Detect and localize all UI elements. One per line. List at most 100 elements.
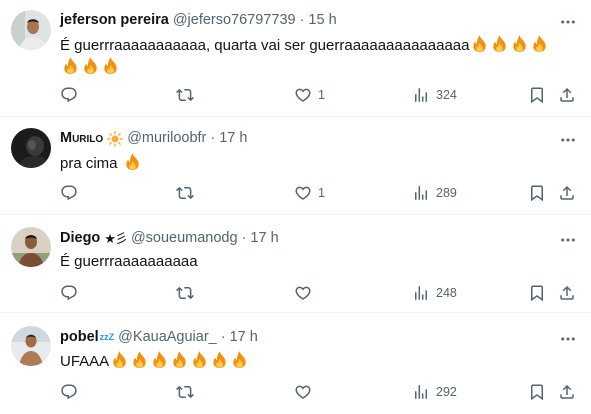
views-button[interactable]: 248 — [412, 283, 457, 303]
more-icon[interactable] — [559, 330, 577, 348]
display-name[interactable]: Diego — [60, 229, 100, 248]
fire-emoji — [490, 34, 509, 53]
more-icon[interactable] — [559, 131, 577, 149]
share-button[interactable] — [558, 85, 576, 105]
fire-emoji-group — [109, 353, 249, 370]
retweet-button[interactable] — [176, 382, 194, 402]
retweet-button[interactable] — [176, 85, 194, 105]
fire-emoji — [101, 56, 120, 75]
views-button[interactable]: 324 — [412, 85, 457, 105]
bookmark-icon — [528, 284, 546, 302]
reply-icon — [60, 284, 78, 302]
avatar[interactable] — [11, 227, 51, 267]
handle[interactable]: @soueumanodg — [131, 229, 238, 248]
tweet-text: É guerrraaaaaaaaaa — [60, 252, 567, 272]
fire-emoji — [81, 56, 100, 75]
share-button[interactable] — [558, 382, 576, 402]
fire-emoji — [210, 350, 229, 369]
tweet-text: pra cima — [60, 152, 567, 174]
like-button[interactable]: 1 — [294, 85, 325, 105]
reply-button[interactable] — [60, 183, 78, 203]
tweet-header: Diego ★彡 @soueumanodg · 17 h — [60, 229, 279, 248]
like-count: 1 — [318, 88, 325, 102]
share-button[interactable] — [558, 183, 576, 203]
tweet-text: É guerrraaaaaaaaaaa, quarta vai ser guer… — [60, 34, 567, 78]
retweet-icon — [176, 284, 194, 302]
reply-button[interactable] — [60, 283, 78, 303]
separator-dot: · — [241, 230, 247, 246]
bookmark-button[interactable] — [528, 183, 546, 203]
retweet-icon — [176, 86, 194, 104]
display-name[interactable]: jeferson pereira — [60, 11, 169, 30]
bookmark-button[interactable] — [528, 283, 546, 303]
views-count: 289 — [436, 186, 457, 200]
views-icon — [412, 184, 430, 202]
sun-emoji — [107, 130, 124, 147]
timestamp[interactable]: 17 h — [250, 229, 278, 248]
separator-dot: · — [210, 130, 216, 146]
avatar[interactable] — [11, 128, 51, 168]
reply-icon — [60, 383, 78, 401]
tweet[interactable]: jeferson pereira @jeferso76797739 · 15 h… — [0, 0, 591, 117]
retweet-button[interactable] — [176, 283, 194, 303]
tweet[interactable]: pobel zzZ @KauaAguiar_ · 17 h UFAAA 292 — [0, 313, 591, 414]
like-icon — [294, 184, 312, 202]
like-button[interactable]: 1 — [294, 183, 325, 203]
timestamp[interactable]: 17 h — [219, 129, 247, 148]
share-icon — [558, 184, 576, 202]
views-icon — [412, 284, 430, 302]
bookmark-button[interactable] — [528, 85, 546, 105]
share-button[interactable] — [558, 283, 576, 303]
fire-emoji — [470, 34, 489, 53]
action-bar: 292 — [60, 382, 583, 402]
handle[interactable]: @KauaAguiar_ — [118, 328, 217, 347]
bookmark-icon — [528, 383, 546, 401]
tweet-text-content: É guerrraaaaaaaaaa — [60, 253, 198, 270]
views-button[interactable]: 289 — [412, 183, 457, 203]
reply-button[interactable] — [60, 382, 78, 402]
reply-button[interactable] — [60, 85, 78, 105]
fire-emoji — [110, 350, 129, 369]
reply-icon — [60, 184, 78, 202]
avatar[interactable] — [11, 326, 51, 366]
tweet-header: jeferson pereira @jeferso76797739 · 15 h — [60, 11, 337, 30]
handle[interactable]: @muriloobfr — [127, 129, 206, 148]
timestamp[interactable]: 15 h — [308, 11, 336, 30]
more-icon[interactable] — [559, 231, 577, 249]
tweet[interactable]: Murilo @muriloobfr · 17 h pra cima 1 289 — [0, 117, 591, 215]
name-decoration: ★彡 — [104, 231, 128, 246]
display-name[interactable]: Murilo — [60, 129, 103, 148]
tweet[interactable]: Diego ★彡 @soueumanodg · 17 h É guerrraaa… — [0, 215, 591, 313]
fire-emoji — [123, 152, 142, 171]
fire-emoji — [530, 34, 549, 53]
tweet-header: pobel zzZ @KauaAguiar_ · 17 h — [60, 328, 258, 347]
timestamp[interactable]: 17 h — [230, 328, 258, 347]
display-name[interactable]: pobel — [60, 328, 99, 347]
avatar[interactable] — [11, 10, 51, 50]
fire-emoji — [61, 56, 80, 75]
share-icon — [558, 383, 576, 401]
views-count: 324 — [436, 88, 457, 102]
views-count: 292 — [436, 385, 457, 399]
like-button[interactable] — [294, 382, 312, 402]
views-button[interactable]: 292 — [412, 382, 457, 402]
action-bar: 1 289 — [60, 183, 583, 203]
like-button[interactable] — [294, 283, 312, 303]
handle[interactable]: @jeferso76797739 — [173, 11, 296, 30]
bookmark-button[interactable] — [528, 382, 546, 402]
views-count: 248 — [436, 286, 457, 300]
tweet-header: Murilo @muriloobfr · 17 h — [60, 129, 247, 148]
fire-emoji — [170, 350, 189, 369]
share-icon — [558, 284, 576, 302]
action-bar: 248 — [60, 283, 583, 303]
views-icon — [412, 383, 430, 401]
fire-emoji — [150, 350, 169, 369]
more-icon[interactable] — [559, 13, 577, 31]
separator-dot: · — [220, 329, 226, 345]
retweet-icon — [176, 383, 194, 401]
separator-dot: · — [299, 12, 305, 28]
like-count: 1 — [318, 186, 325, 200]
tweet-text-content: UFAAA — [60, 353, 110, 370]
share-icon — [558, 86, 576, 104]
retweet-button[interactable] — [176, 183, 194, 203]
